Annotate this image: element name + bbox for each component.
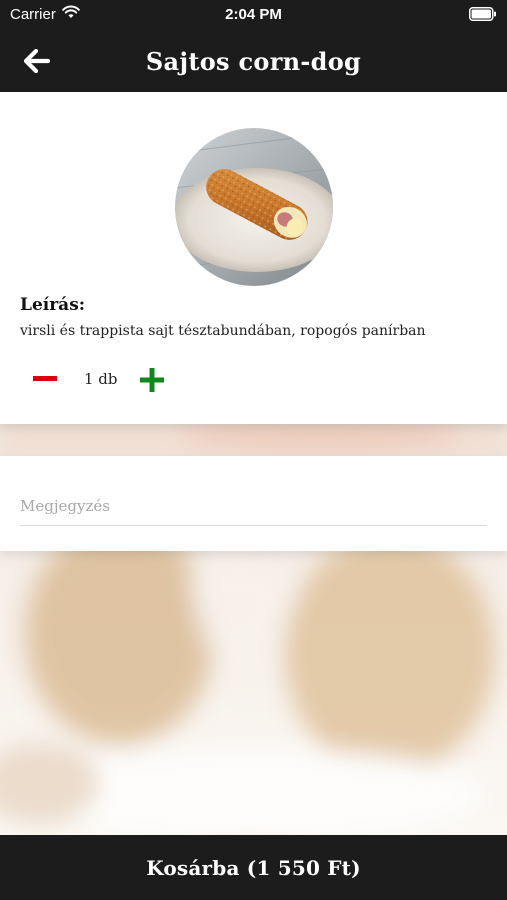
quantity-label: 1 db <box>84 370 118 388</box>
status-time: 2:04 PM <box>225 6 282 23</box>
status-bar: Carrier 2:04 PM <box>0 0 507 30</box>
product-image <box>175 128 333 286</box>
product-card: Leírás: virsli és trappista sajt tésztab… <box>0 92 507 424</box>
description-text: virsli és trappista sajt tésztabundában,… <box>20 323 426 339</box>
battery-icon <box>469 7 496 21</box>
description-heading: Leírás: <box>20 295 86 315</box>
note-card <box>0 456 507 551</box>
decrease-quantity-button[interactable] <box>30 368 60 390</box>
add-to-cart-label: Kosárba (1 550 Ft) <box>146 855 361 880</box>
increase-quantity-button[interactable] <box>137 366 167 394</box>
minus-icon <box>33 376 57 381</box>
plus-icon <box>140 368 164 392</box>
page-title: Sajtos corn-dog <box>145 47 362 76</box>
corn-dog-photo <box>175 128 333 286</box>
note-input[interactable] <box>20 486 487 526</box>
navigation-bar: Sajtos corn-dog <box>0 30 507 92</box>
add-to-cart-button[interactable]: Kosárba (1 550 Ft) <box>0 835 507 900</box>
